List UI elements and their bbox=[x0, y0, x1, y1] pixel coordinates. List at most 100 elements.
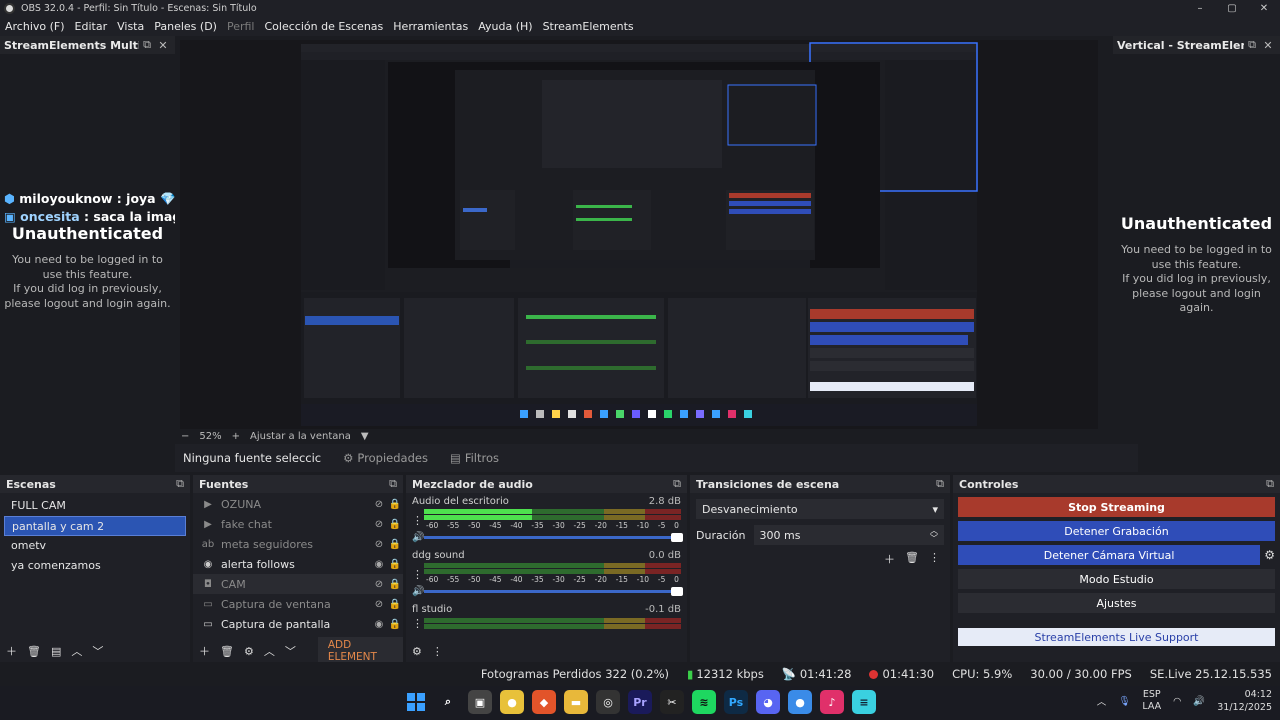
settings-button[interactable]: Ajustes bbox=[958, 593, 1275, 613]
channel-menu-icon[interactable]: ⋮ bbox=[412, 568, 423, 581]
source-item[interactable]: ▶ fake chat ⊘ 🔒 bbox=[193, 514, 403, 534]
source-item[interactable]: ab meta seguidores ⊘ 🔒 bbox=[193, 534, 403, 554]
gear-icon[interactable]: ⚙ bbox=[244, 645, 254, 658]
menu-herramientas[interactable]: Herramientas bbox=[388, 20, 473, 33]
eye-hidden-icon[interactable]: ⊘ bbox=[371, 539, 387, 550]
filter-icon[interactable]: ▤ bbox=[51, 645, 61, 658]
stop-virtual-camera-button[interactable]: Detener Cámara Virtual bbox=[958, 545, 1261, 565]
capcut-icon[interactable]: ✂ bbox=[660, 690, 684, 714]
chevron-down-icon[interactable]: ▼ bbox=[361, 431, 369, 442]
source-item[interactable]: ◉ alerta follows ◉ 🔒 bbox=[193, 554, 403, 574]
zoom-in-button[interactable]: + bbox=[232, 431, 240, 442]
language-indicator[interactable]: ESP LAA bbox=[1142, 689, 1161, 713]
channel-menu-icon[interactable]: ⋮ bbox=[412, 514, 423, 527]
maximize-button[interactable]: ▢ bbox=[1216, 0, 1248, 17]
speaker-icon[interactable]: 🔊 bbox=[412, 532, 424, 543]
zoom-out-button[interactable]: − bbox=[181, 431, 189, 442]
trash-icon[interactable]: 🗑 bbox=[27, 645, 41, 658]
close-dock-icon[interactable]: ✕ bbox=[1260, 39, 1276, 52]
trash-icon[interactable]: 🗑 bbox=[905, 551, 919, 567]
minimize-button[interactable]: – bbox=[1184, 0, 1216, 17]
obs-icon[interactable]: ◎ bbox=[596, 690, 620, 714]
slider-knob[interactable] bbox=[671, 587, 683, 596]
clock[interactable]: 04:12 31/12/2025 bbox=[1217, 688, 1272, 714]
eye-hidden-icon[interactable]: ⊘ bbox=[371, 599, 387, 610]
lock-icon[interactable]: 🔒 bbox=[387, 499, 403, 510]
source-item[interactable]: ▭ Captura de ventana ⊘ 🔒 bbox=[193, 594, 403, 614]
source-item[interactable]: ▭ Captura de pantalla ◉ 🔒 bbox=[193, 614, 403, 634]
eye-icon[interactable]: ◉ bbox=[371, 619, 387, 630]
stop-streaming-button[interactable]: Stop Streaming bbox=[958, 497, 1275, 517]
eye-hidden-icon[interactable]: ⊘ bbox=[371, 579, 387, 590]
source-item[interactable]: ▶ OZUNA ⊘ 🔒 bbox=[193, 494, 403, 514]
preview-canvas[interactable] bbox=[180, 40, 1098, 429]
lock-icon[interactable]: 🔒 bbox=[387, 559, 403, 570]
transition-select[interactable]: Desvanecimiento ▾ bbox=[696, 499, 944, 519]
spinner-icon[interactable]: ︿ ﹀ bbox=[930, 527, 938, 543]
close-dock-icon[interactable]: ✕ bbox=[155, 39, 171, 52]
lock-icon[interactable]: 🔒 bbox=[387, 539, 403, 550]
microphone-icon[interactable]: 🎙 bbox=[1118, 696, 1130, 707]
menu-paneles[interactable]: Paneles (D) bbox=[149, 20, 222, 33]
volume-slider[interactable] bbox=[424, 587, 683, 596]
eye-hidden-icon[interactable]: ⊘ bbox=[371, 499, 387, 510]
move-up-icon[interactable]: ︿ bbox=[71, 643, 82, 659]
source-item[interactable]: ◘ CAM ⊘ 🔒 bbox=[193, 574, 403, 594]
move-down-icon[interactable]: ﹀ bbox=[285, 643, 296, 659]
float-dock-icon[interactable]: ⧉ bbox=[389, 477, 397, 491]
volume-icon[interactable]: 🔊 bbox=[1193, 696, 1205, 707]
mixer-menu-icon[interactable]: ⋮ bbox=[432, 645, 443, 658]
chrome-alt-icon[interactable]: ● bbox=[788, 690, 812, 714]
fit-to-window-button[interactable]: Ajustar a la ventana bbox=[250, 431, 351, 442]
file-explorer-icon[interactable]: ▬ bbox=[564, 690, 588, 714]
chrome-icon[interactable]: ● bbox=[500, 690, 524, 714]
menu-ayuda[interactable]: Ayuda (H) bbox=[473, 20, 537, 33]
channel-menu-icon[interactable]: ⋮ bbox=[412, 617, 423, 630]
lock-icon[interactable]: 🔒 bbox=[387, 599, 403, 610]
tray-expand-icon[interactable]: ︿ bbox=[1097, 694, 1107, 708]
stop-recording-button[interactable]: Detener Grabación bbox=[958, 521, 1275, 541]
close-button[interactable]: ✕ bbox=[1248, 0, 1280, 17]
duration-input[interactable]: 300 ms ︿ ﹀ bbox=[753, 525, 944, 545]
search-icon[interactable]: ⌕ bbox=[436, 690, 460, 714]
move-down-icon[interactable]: ﹀ bbox=[92, 643, 103, 659]
windows-start-icon[interactable] bbox=[404, 690, 428, 714]
lock-icon[interactable]: 🔒 bbox=[387, 619, 403, 630]
virtual-camera-settings-icon[interactable]: ⚙ bbox=[1264, 548, 1275, 562]
wifi-icon[interactable]: ◠ bbox=[1173, 696, 1181, 707]
trash-icon[interactable]: 🗑 bbox=[220, 645, 234, 658]
studio-mode-button[interactable]: Modo Estudio bbox=[958, 569, 1275, 589]
spotify-icon[interactable]: ≋ bbox=[692, 690, 716, 714]
move-up-icon[interactable]: ︿ bbox=[264, 643, 275, 659]
eye-hidden-icon[interactable]: ⊘ bbox=[371, 519, 387, 530]
float-dock-icon[interactable]: ⧉ bbox=[1266, 477, 1274, 491]
lock-icon[interactable]: 🔒 bbox=[387, 519, 403, 530]
premiere-icon[interactable]: Pr bbox=[628, 690, 652, 714]
scene-item[interactable]: FULL CAM bbox=[4, 496, 186, 516]
eye-icon[interactable]: ◉ bbox=[371, 559, 387, 570]
add-source-icon[interactable]: ＋ bbox=[199, 643, 210, 659]
menu-editar[interactable]: Editar bbox=[70, 20, 113, 33]
advanced-audio-icon[interactable]: ⚙ bbox=[412, 645, 422, 658]
volume-slider[interactable] bbox=[424, 533, 683, 542]
discord-icon[interactable]: ◕ bbox=[756, 690, 780, 714]
slider-knob[interactable] bbox=[671, 533, 683, 542]
filters-button[interactable]: ▤ Filtros bbox=[450, 451, 499, 465]
properties-button[interactable]: ⚙ Propiedades bbox=[343, 451, 428, 465]
speaker-icon[interactable]: 🔊 bbox=[412, 586, 424, 597]
tiktok-icon[interactable]: ♪ bbox=[820, 690, 844, 714]
menu-archivo[interactable]: Archivo (F) bbox=[0, 20, 70, 33]
scene-item[interactable]: ometv bbox=[4, 536, 186, 556]
float-dock-icon[interactable]: ⧉ bbox=[673, 477, 681, 491]
float-dock-icon[interactable]: ⧉ bbox=[936, 477, 944, 491]
add-element-button[interactable]: ADD ELEMENT bbox=[317, 637, 403, 665]
transition-menu-icon[interactable]: ⋮ bbox=[929, 551, 940, 567]
float-dock-icon[interactable]: ⧉ bbox=[176, 477, 184, 491]
float-dock-icon[interactable]: ⧉ bbox=[1244, 38, 1260, 52]
notepad-icon[interactable]: ≡ bbox=[852, 690, 876, 714]
menu-coleccion-escenas[interactable]: Colección de Escenas bbox=[260, 20, 389, 33]
live-support-button[interactable]: StreamElements Live Support bbox=[958, 628, 1275, 646]
task-view-icon[interactable]: ▣ bbox=[468, 690, 492, 714]
menu-streamelements[interactable]: StreamElements bbox=[538, 20, 639, 33]
menu-perfil[interactable]: Perfil bbox=[222, 20, 260, 33]
